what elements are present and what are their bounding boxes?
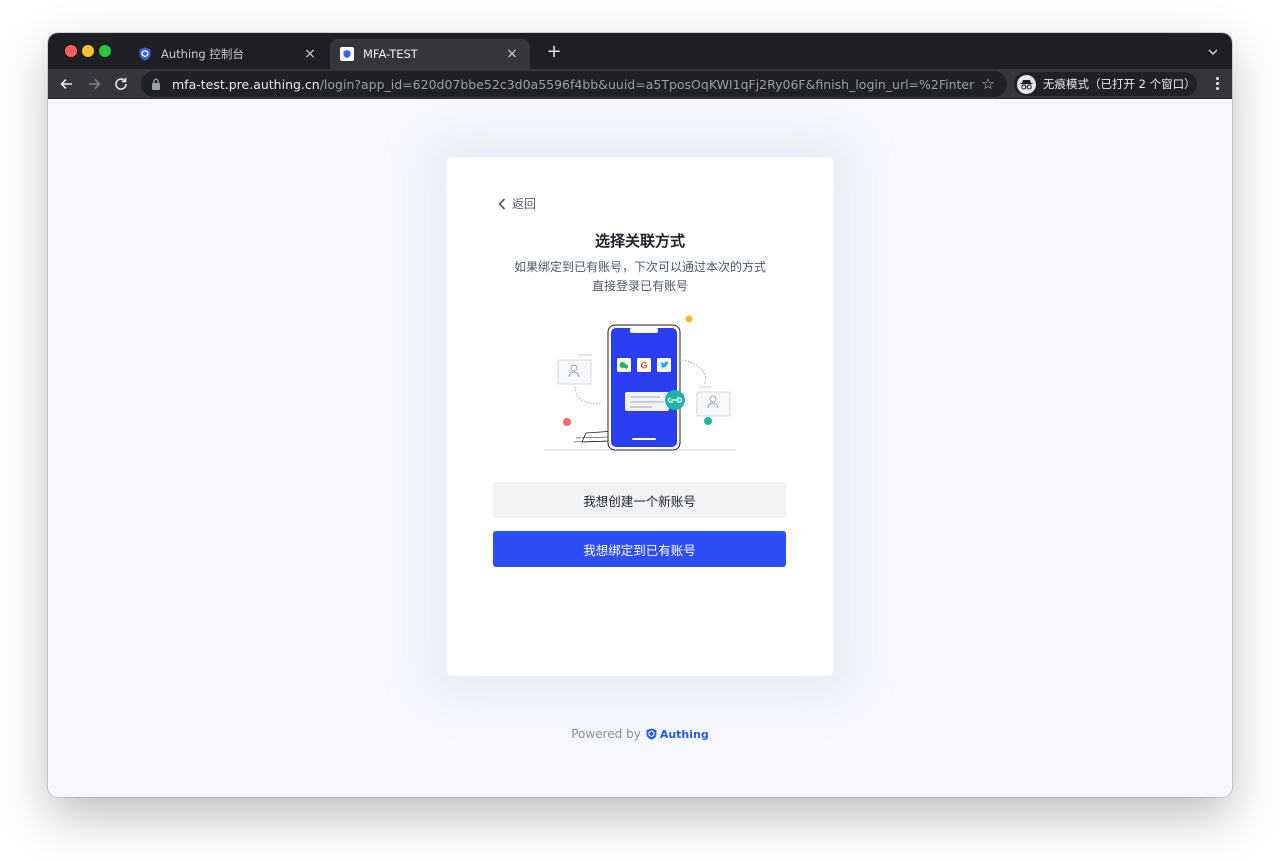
minimize-window-button[interactable] <box>82 45 94 57</box>
tab-mfa-test[interactable]: MFA-TEST × <box>330 39 530 69</box>
tab-title: MFA-TEST <box>363 47 418 61</box>
mfa-app-icon <box>340 47 354 61</box>
chevron-down-icon[interactable] <box>1206 45 1220 59</box>
url-host: mfa-test.pre.authing.cn <box>172 76 320 92</box>
new-tab-button[interactable]: + <box>544 42 564 62</box>
authing-logo-icon <box>646 728 657 740</box>
close-window-button[interactable] <box>65 45 77 57</box>
incognito-icon <box>1017 74 1036 94</box>
dashed-connector-left <box>575 386 603 404</box>
decor-dot-teal <box>704 417 712 425</box>
forward-arrow-icon[interactable] <box>86 76 102 92</box>
chevron-left-icon <box>498 197 506 210</box>
maximize-window-button[interactable] <box>99 45 111 57</box>
powered-by-footer: Powered by Authing <box>48 727 1232 741</box>
card-tab <box>578 354 592 356</box>
description-line: 如果绑定到已有账号，下次可以通过本次的方式 <box>513 260 766 274</box>
url-path: /login?app_id=620d07bbe52c3d0a5596f4bb&u… <box>319 76 975 92</box>
authing-brand-link[interactable]: Authing <box>646 728 709 741</box>
binding-card: 返回 选择关联方式 如果绑定到已有账号，下次可以通过本次的方式 直接登录已有账号 <box>446 157 834 676</box>
description: 如果绑定到已有账号，下次可以通过本次的方式 直接登录已有账号 <box>446 258 834 296</box>
account-link-illustration: G <box>544 315 736 451</box>
bookmark-star-icon[interactable]: ☆ <box>975 71 1001 97</box>
card-tab <box>699 386 711 388</box>
back-arrow-icon[interactable] <box>59 76 75 92</box>
description-line: 直接登录已有账号 <box>591 279 688 293</box>
incognito-indicator[interactable]: 无痕模式（已打开 2 个窗口） <box>1014 72 1197 96</box>
create-account-button[interactable]: 我想创建一个新账号 <box>493 482 786 518</box>
back-link[interactable]: 返回 <box>498 195 536 212</box>
phone-screen <box>611 328 677 447</box>
tab-title: Authing 控制台 <box>161 47 244 61</box>
browser-toolbar: mfa-test.pre.authing.cn/login?app_id=620… <box>48 69 1232 99</box>
back-label: 返回 <box>512 197 537 211</box>
page-content: 返回 选择关联方式 如果绑定到已有账号，下次可以通过本次的方式 直接登录已有账号 <box>48 99 1232 797</box>
phone-notch <box>630 328 658 333</box>
phone-home-bar <box>632 438 656 440</box>
address-bar[interactable]: mfa-test.pre.authing.cn/login?app_id=620… <box>141 71 1007 97</box>
google-icon: G <box>640 361 647 371</box>
tab-close-icon[interactable]: × <box>302 46 318 62</box>
url-text[interactable]: mfa-test.pre.authing.cn/login?app_id=620… <box>172 77 975 92</box>
bind-account-button[interactable]: 我想绑定到已有账号 <box>493 531 786 567</box>
user-card-right <box>696 391 731 417</box>
browser-menu-icon[interactable] <box>1216 77 1220 91</box>
dashed-connector-right <box>681 359 706 386</box>
tab-authing-console[interactable]: Authing 控制台 × <box>128 39 328 69</box>
decor-dot-red <box>563 418 571 426</box>
browser-window: Authing 控制台 × MFA-TEST × + mfa-test.pre.… <box>48 33 1232 797</box>
brand-name: Authing <box>659 727 709 741</box>
authing-shield-icon <box>138 47 152 61</box>
decor-dot-yellow <box>685 315 693 323</box>
reload-icon[interactable] <box>113 76 129 92</box>
tab-close-icon[interactable]: × <box>504 46 520 62</box>
lock-icon[interactable] <box>151 78 161 90</box>
tab-strip: Authing 控制台 × MFA-TEST × + <box>48 33 1232 69</box>
incognito-label: 无痕模式（已打开 2 个窗口） <box>1043 77 1196 91</box>
powered-by-label: Powered by <box>571 727 641 741</box>
page-title: 选择关联方式 <box>594 232 685 250</box>
